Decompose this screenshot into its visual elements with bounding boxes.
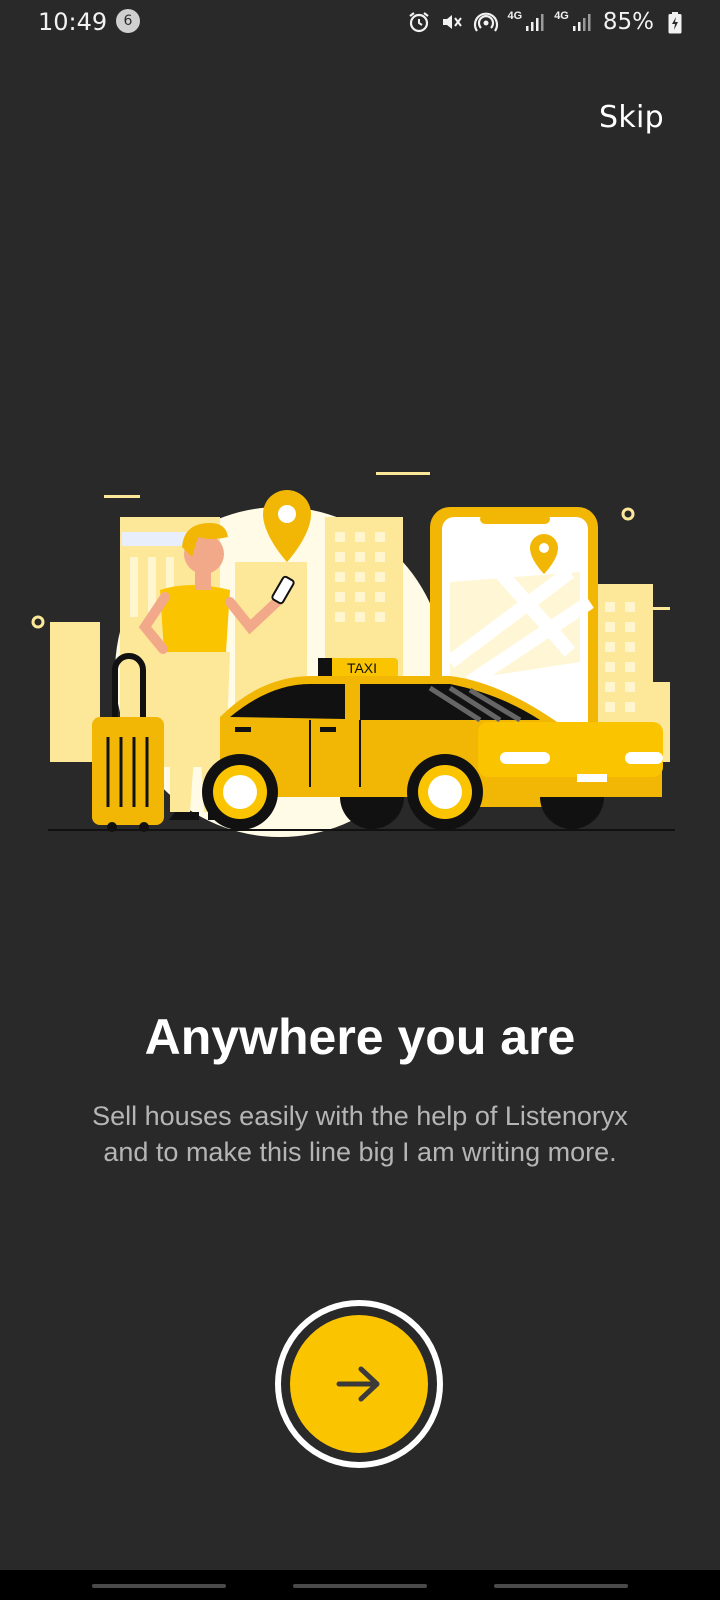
system-nav-bar	[0, 1570, 720, 1600]
taxi-illustration: TAXI	[31, 472, 675, 837]
status-bar: 10:49 6 4G 4G 85%	[0, 0, 720, 44]
signal-icon	[526, 14, 544, 31]
battery-charging-icon	[668, 12, 682, 34]
notification-count-badge: 6	[116, 9, 140, 33]
hotspot-icon	[473, 12, 498, 32]
skip-button[interactable]: Skip	[599, 100, 664, 135]
page-title: Anywhere you are	[144, 1009, 576, 1065]
arrow-right-icon	[336, 1366, 380, 1402]
battery-percent: 85%	[602, 9, 654, 35]
onboarding-screen: 10:49 6 4G 4G 85% Skip TAXI Anywhere you…	[0, 0, 720, 1600]
next-button-ring	[275, 1300, 443, 1468]
network-type-label: 4G	[507, 10, 523, 22]
signal-icon	[572, 14, 591, 31]
nav-recents-handle[interactable]	[92, 1584, 226, 1588]
alarm-icon	[408, 12, 429, 33]
next-button[interactable]	[290, 1315, 428, 1453]
mute-icon	[442, 15, 462, 29]
page-subtitle: Sell houses easily with the help of List…	[92, 1101, 628, 1167]
taxi-sign-label: TAXI	[347, 660, 377, 676]
nav-home-handle[interactable]	[293, 1584, 427, 1588]
network-type-label: 4G	[554, 10, 569, 22]
status-time: 10:49	[38, 8, 108, 36]
nav-back-handle[interactable]	[494, 1584, 628, 1588]
status-icons: 4G 4G 85%	[407, 8, 654, 36]
